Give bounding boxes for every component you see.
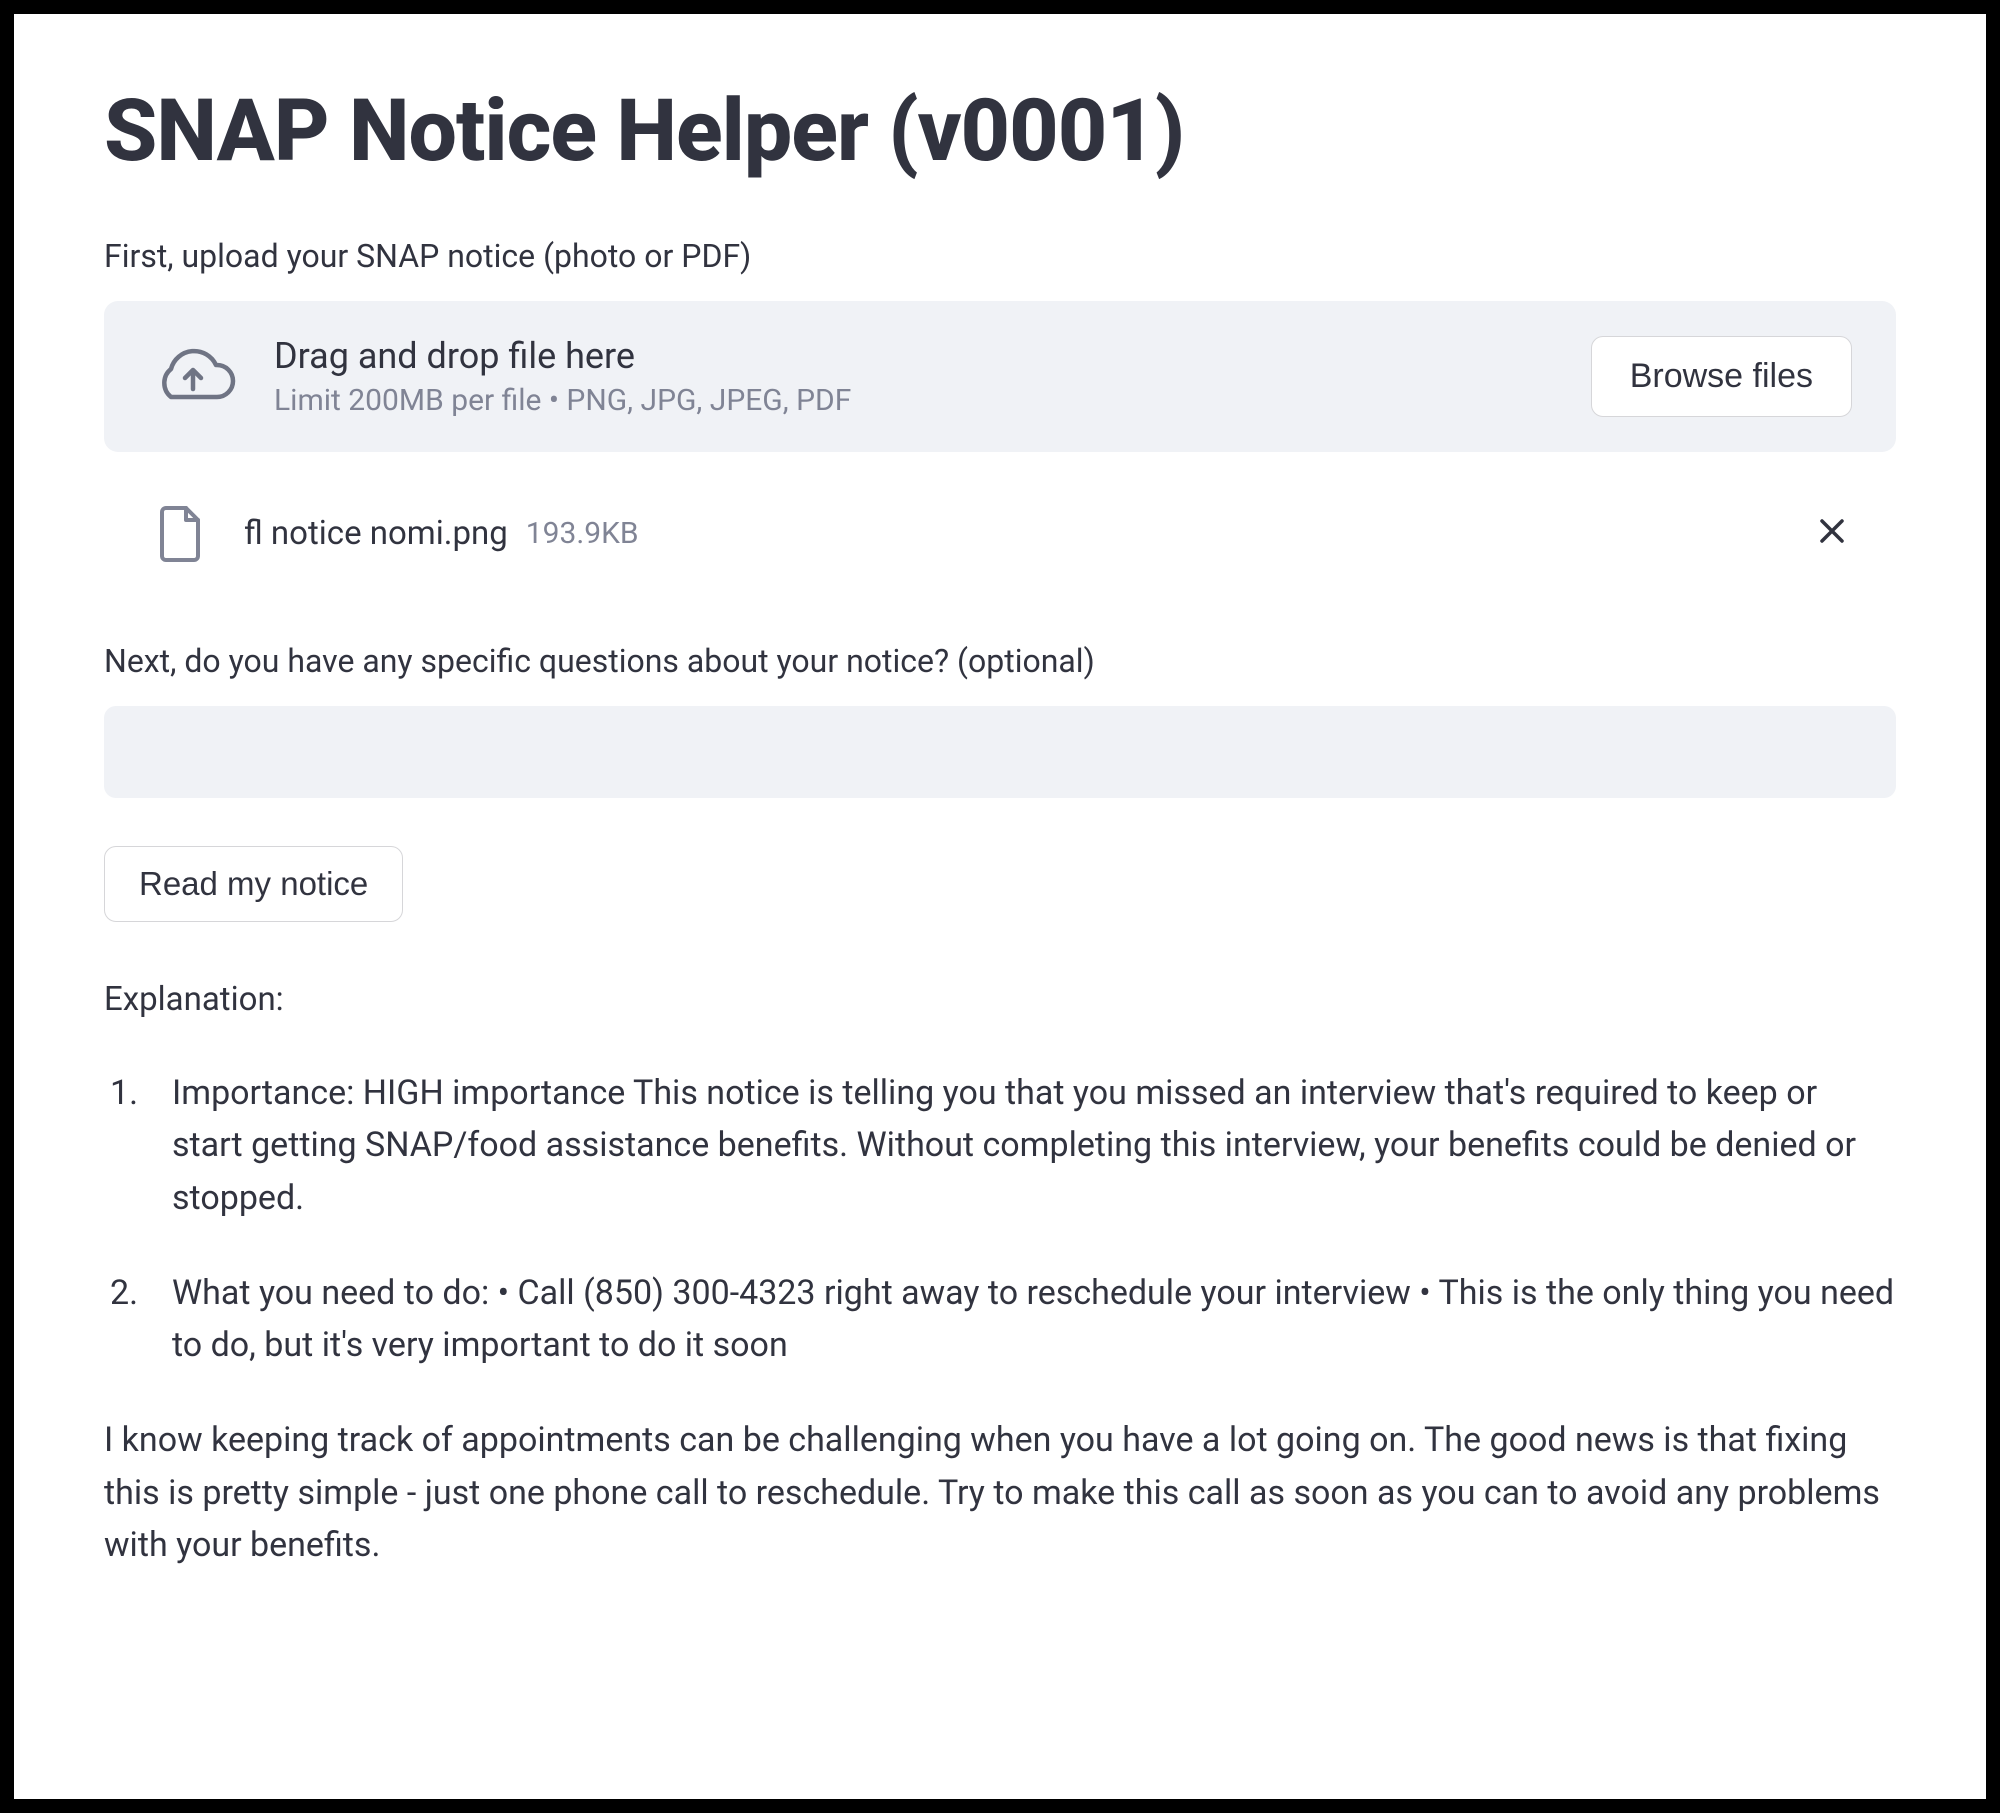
question-input[interactable] — [104, 706, 1896, 798]
list-body: What you need to do: • Call (850) 300-43… — [172, 1267, 1896, 1372]
read-notice-button[interactable]: Read my notice — [104, 846, 403, 922]
app-frame: SNAP Notice Helper (v0001) First, upload… — [0, 0, 2000, 1813]
dropzone-left: Drag and drop file here Limit 200MB per … — [148, 335, 1591, 418]
list-number: 2. — [104, 1267, 172, 1372]
dropzone-texts: Drag and drop file here Limit 200MB per … — [274, 335, 851, 418]
remove-file-button[interactable] — [1812, 514, 1852, 554]
dropzone-title: Drag and drop file here — [274, 335, 851, 377]
browse-files-button[interactable]: Browse files — [1591, 336, 1852, 417]
list-item: 2. What you need to do: • Call (850) 300… — [104, 1267, 1896, 1372]
cloud-upload-icon — [148, 341, 238, 411]
page-title: SNAP Notice Helper (v0001) — [104, 84, 1896, 179]
uploaded-file-row: fl notice nomi.png 193.9KB — [104, 490, 1896, 578]
uploaded-file-size: 193.9KB — [526, 516, 639, 551]
list-item: 1. Importance: HIGH importance This noti… — [104, 1067, 1896, 1225]
list-body: Importance: HIGH importance This notice … — [172, 1067, 1896, 1225]
file-dropzone[interactable]: Drag and drop file here Limit 200MB per … — [104, 301, 1896, 452]
explanation-label: Explanation: — [104, 980, 1896, 1019]
file-icon — [152, 500, 208, 568]
upload-step-label: First, upload your SNAP notice (photo or… — [104, 237, 1896, 275]
list-number: 1. — [104, 1067, 172, 1225]
question-step-label: Next, do you have any specific questions… — [104, 642, 1896, 680]
dropzone-subtitle: Limit 200MB per file • PNG, JPG, JPEG, P… — [274, 383, 851, 418]
explanation-list: 1. Importance: HIGH importance This noti… — [104, 1067, 1896, 1372]
closing-text: I know keeping track of appointments can… — [104, 1414, 1896, 1572]
close-icon — [1816, 514, 1848, 554]
uploaded-file-name: fl notice nomi.png — [244, 514, 508, 553]
